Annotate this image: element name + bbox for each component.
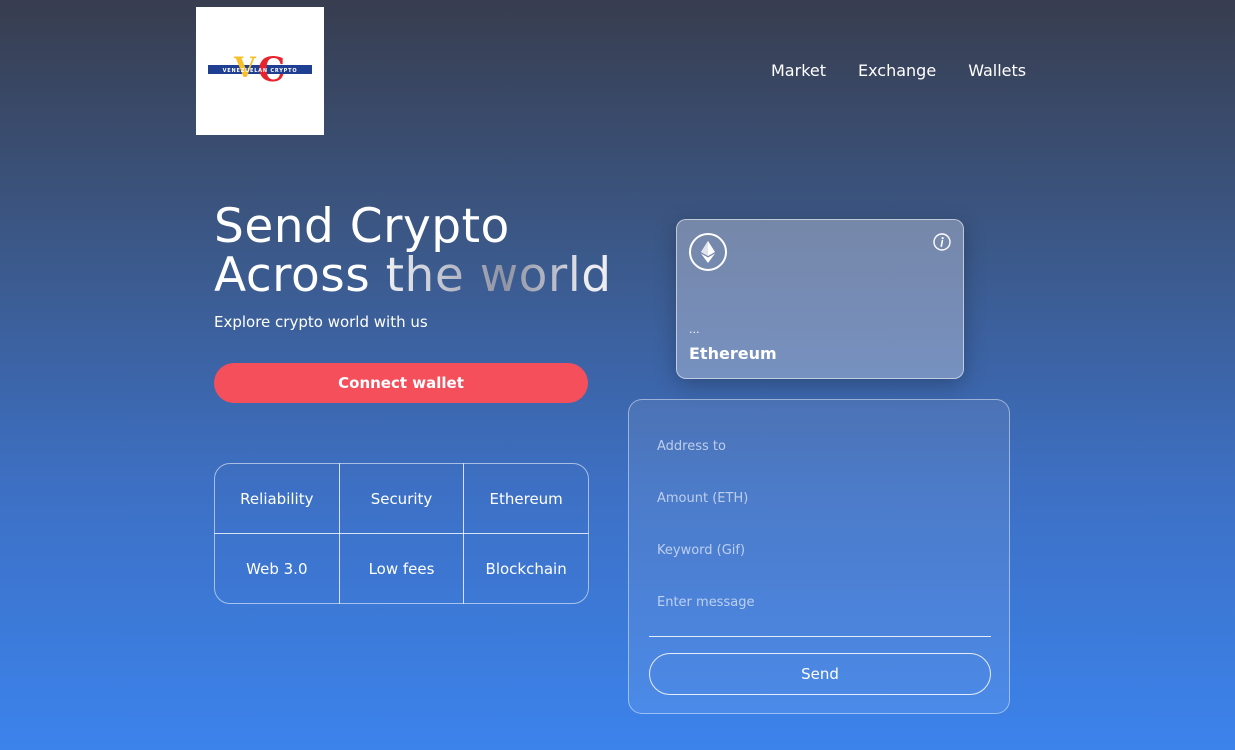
keyword-input[interactable] [649,530,991,570]
address-input[interactable] [649,426,991,466]
card-address: ... [689,323,700,336]
nav-wallets[interactable]: Wallets [968,61,1026,80]
hero-subtitle: Explore crypto world with us [214,313,428,331]
logo-tagline: VENEZUELAN CRYPTO [223,68,298,74]
feature-blockchain: Blockchain [463,533,589,604]
feature-reliability: Reliability [214,463,340,534]
top-navigation: Market Exchange Wallets [771,61,1026,80]
nav-exchange[interactable]: Exchange [858,61,936,80]
vc-logo-icon: V C VENEZUELAN CRYPTO [208,51,312,90]
amount-input[interactable] [649,478,991,518]
ethereum-card: ... Ethereum [676,219,964,379]
nav-market[interactable]: Market [771,61,826,80]
message-input[interactable] [649,582,991,622]
hero-title-line-2: Across the world [214,248,612,303]
send-form: Send [628,399,1010,714]
connect-wallet-button[interactable]: Connect wallet [214,363,588,403]
hero-title: Send Crypto Across the world [214,202,612,300]
send-button[interactable]: Send [649,653,991,695]
feature-security: Security [338,463,465,534]
feature-low-fees: Low fees [338,533,465,604]
form-divider [649,636,991,637]
ethereum-icon [689,233,727,271]
features-grid: Reliability Security Ethereum Web 3.0 Lo… [214,463,589,604]
feature-web3: Web 3.0 [214,533,340,604]
brand-logo[interactable]: V C VENEZUELAN CRYPTO [196,7,324,135]
hero-title-line-1: Send Crypto [214,199,510,254]
card-network-name: Ethereum [689,344,777,363]
feature-ethereum: Ethereum [463,463,589,534]
info-icon[interactable] [933,233,951,251]
